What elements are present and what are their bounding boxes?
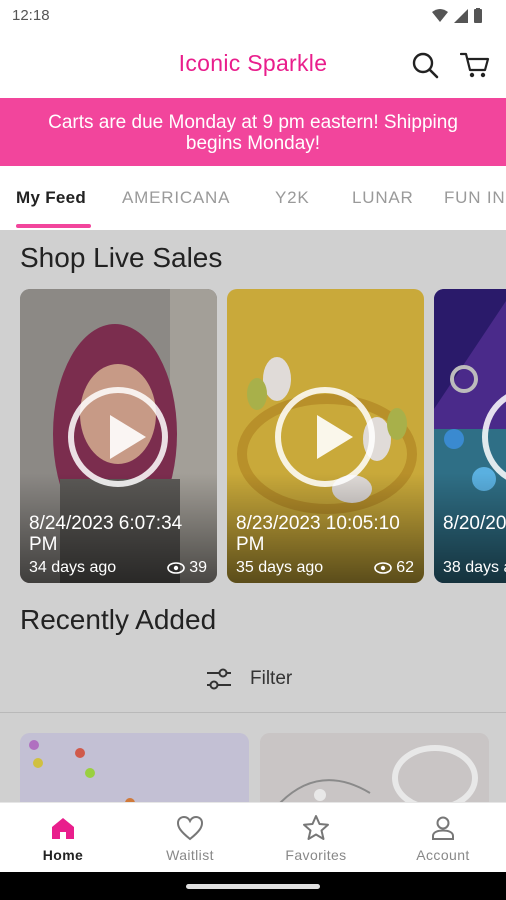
nav-home-label: Home bbox=[42, 847, 84, 863]
play-icon[interactable] bbox=[68, 387, 168, 487]
eye-icon bbox=[374, 562, 393, 574]
active-tab-indicator bbox=[16, 224, 91, 228]
sale-age: 35 days ago bbox=[236, 559, 324, 576]
nav-home[interactable]: Home bbox=[8, 813, 118, 863]
category-tabs: My Feed AMERICANA Y2K LUNAR FUN IN bbox=[0, 166, 506, 230]
product-card[interactable] bbox=[260, 733, 489, 802]
sale-age: 34 days ago bbox=[29, 559, 117, 576]
live-sale-card[interactable]: 8/24/2023 6:07:34 PM 34 days ago 39 bbox=[20, 289, 217, 583]
sale-age: 38 days ago bbox=[443, 559, 506, 576]
announcement-banner: Carts are due Monday at 9 pm eastern! Sh… bbox=[0, 98, 506, 166]
product-card[interactable] bbox=[20, 733, 249, 802]
cart-button[interactable] bbox=[460, 50, 490, 80]
app-bar: Iconic Sparkle bbox=[0, 32, 506, 98]
filter-label: Filter bbox=[250, 668, 293, 689]
view-count-value: 39 bbox=[189, 559, 207, 576]
home-icon bbox=[52, 818, 74, 839]
sale-date: 8/24/2023 6:07:34 PM bbox=[29, 513, 183, 555]
nav-account-label: Account bbox=[416, 847, 470, 863]
view-count: 62 bbox=[374, 559, 414, 577]
wifi-icon bbox=[432, 8, 448, 22]
product-thumbnail bbox=[260, 733, 489, 802]
live-sale-card[interactable]: 8/20/2023 PM 38 days ago bbox=[434, 289, 506, 583]
view-count: 39 bbox=[167, 559, 207, 577]
product-thumbnail bbox=[20, 733, 249, 802]
status-time: 12:18 bbox=[12, 7, 50, 24]
sale-date: 8/20/2023 PM bbox=[443, 513, 506, 534]
tab-lunar[interactable]: LUNAR bbox=[352, 188, 414, 208]
feed-content: Shop Live Sales 8/24/2023 6:07:34 PM 34 … bbox=[0, 230, 506, 802]
recently-added-title: Recently Added bbox=[20, 604, 217, 635]
tab-y2k[interactable]: Y2K bbox=[275, 188, 310, 208]
filter-button[interactable]: Filter bbox=[206, 668, 292, 690]
tab-fun-in[interactable]: FUN IN bbox=[444, 188, 505, 208]
sale-date: 8/23/2023 10:05:10 PM bbox=[236, 513, 400, 555]
cart-icon bbox=[460, 52, 490, 78]
heart-icon bbox=[176, 815, 204, 841]
filter-row: Filter bbox=[0, 662, 506, 712]
nav-favorites[interactable]: Favorites bbox=[261, 813, 371, 863]
signal-icon bbox=[454, 8, 468, 23]
view-count-value: 62 bbox=[396, 559, 414, 576]
live-sale-card[interactable]: 8/23/2023 10:05:10 PM 35 days ago 62 bbox=[227, 289, 424, 583]
eye-icon bbox=[167, 562, 186, 574]
system-nav-bar bbox=[0, 872, 506, 900]
bottom-nav: Home Waitlist Favorites Account bbox=[0, 802, 506, 872]
section-divider bbox=[0, 712, 506, 713]
home-gesture-handle[interactable] bbox=[186, 884, 320, 889]
status-icons bbox=[432, 8, 482, 23]
search-icon bbox=[412, 52, 439, 79]
search-button[interactable] bbox=[410, 50, 440, 80]
play-icon[interactable] bbox=[275, 387, 375, 487]
live-sales-title: Shop Live Sales bbox=[20, 242, 223, 273]
battery-icon bbox=[474, 8, 482, 23]
nav-favorites-label: Favorites bbox=[285, 847, 347, 863]
nav-account[interactable]: Account bbox=[388, 813, 498, 863]
status-bar: 12:18 bbox=[0, 0, 506, 32]
star-icon bbox=[303, 815, 329, 840]
tab-americana[interactable]: AMERICANA bbox=[122, 188, 230, 208]
account-icon bbox=[432, 816, 454, 840]
nav-waitlist[interactable]: Waitlist bbox=[135, 813, 245, 863]
nav-waitlist-label: Waitlist bbox=[166, 847, 214, 863]
tab-my-feed[interactable]: My Feed bbox=[16, 188, 86, 208]
filter-icon bbox=[207, 668, 231, 690]
